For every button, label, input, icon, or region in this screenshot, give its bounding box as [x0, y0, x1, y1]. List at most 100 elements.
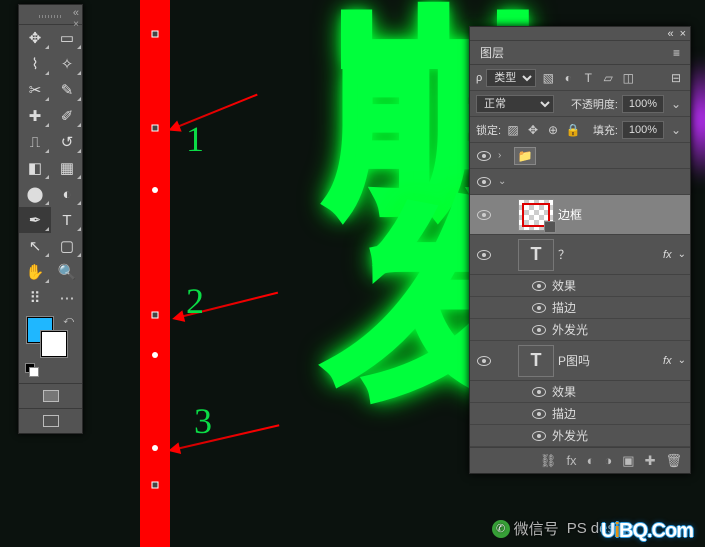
adjustment-layer-icon[interactable]: ◑ — [604, 453, 612, 468]
filter-adjust-icon[interactable]: ◐ — [560, 70, 576, 86]
delete-layer-icon[interactable]: 🗑 — [665, 453, 682, 469]
lock-all-icon[interactable]: 🔒 — [565, 122, 581, 138]
visibility-toggle[interactable] — [477, 210, 491, 220]
layer-mask-icon[interactable]: ◐ — [587, 453, 595, 468]
layer-shape-border[interactable]: 边框 — [470, 195, 690, 235]
visibility-toggle[interactable] — [532, 281, 546, 291]
layer-name[interactable]: ？ — [558, 246, 659, 263]
path-anchor[interactable] — [152, 352, 158, 358]
panel-header-bar[interactable]: « × — [470, 27, 690, 41]
default-colors-icon[interactable] — [25, 363, 39, 377]
crop-tool[interactable]: ✂ — [19, 77, 51, 103]
layer-style-icon[interactable]: fx — [566, 453, 576, 468]
new-group-icon[interactable]: ▣ — [622, 453, 634, 469]
dodge-tool[interactable]: ◐ — [51, 181, 83, 207]
effect-stroke[interactable]: 描边 — [470, 403, 690, 425]
shape-red-frame[interactable] — [140, 0, 170, 547]
expand-toggle[interactable]: ⌄ — [498, 176, 510, 187]
magic-wand-tool[interactable]: ✧ — [51, 51, 83, 77]
fill-dropdown[interactable]: ⌄ — [668, 122, 684, 138]
panel-header[interactable]: « × — [19, 5, 82, 25]
panel-close-icon[interactable]: × — [680, 28, 686, 40]
lock-artboard-icon[interactable]: ⊕ — [545, 122, 561, 138]
visibility-toggle[interactable] — [532, 431, 546, 441]
layer-group[interactable]: ⌄ — [470, 169, 690, 195]
effects-header[interactable]: 效果 — [470, 381, 690, 403]
rectangle-tool[interactable]: ▢ — [51, 233, 83, 259]
swap-colors-icon[interactable]: ⤺ — [63, 315, 74, 326]
blur-tool[interactable]: ⬤ — [19, 181, 51, 207]
type-tool[interactable]: T — [51, 207, 83, 233]
fill-value[interactable]: 100% — [622, 121, 664, 139]
filter-smart-icon[interactable]: ◫ — [620, 70, 636, 86]
visibility-toggle[interactable] — [477, 151, 491, 161]
expand-toggle[interactable]: › — [498, 150, 510, 161]
blend-mode-select[interactable]: 正常 — [476, 95, 554, 113]
stamp-tool[interactable]: ⎍ — [19, 129, 51, 155]
healing-tool[interactable]: ✚ — [19, 103, 51, 129]
gradient-tool[interactable]: ▦ — [51, 155, 83, 181]
transform-handle[interactable] — [152, 125, 159, 132]
panel-collapse-icon[interactable]: « — [667, 28, 673, 40]
eraser-tool[interactable]: ◧ — [19, 155, 51, 181]
link-layers-icon[interactable]: ⛓ — [540, 453, 557, 469]
path-select-tool[interactable]: ↖ — [19, 233, 51, 259]
filter-type-icon[interactable]: T — [580, 70, 596, 86]
transform-handle[interactable] — [152, 312, 159, 319]
zoom-tool[interactable]: 🔍 — [51, 259, 83, 285]
lasso-tool[interactable]: ⌇ — [19, 51, 51, 77]
effect-stroke[interactable]: 描边 — [470, 297, 690, 319]
path-anchor[interactable] — [152, 187, 158, 193]
filter-shape-icon[interactable]: ▱ — [600, 70, 616, 86]
history-brush-tool[interactable]: ↺ — [51, 129, 83, 155]
visibility-toggle[interactable] — [532, 303, 546, 313]
visibility-toggle[interactable] — [532, 387, 546, 397]
path-anchor[interactable] — [152, 445, 158, 451]
visibility-toggle[interactable] — [532, 409, 546, 419]
layers-panel[interactable]: « × 图层 ≡ ρ 类型 ▧ ◐ T ▱ ◫ ⊟ 正常 不透明度: 100% … — [469, 26, 691, 474]
move-tool[interactable]: ✥ — [19, 25, 51, 51]
layer-thumbnail[interactable] — [518, 199, 554, 231]
fx-badge[interactable]: fx — [663, 355, 672, 367]
more-tools[interactable]: ⋯ — [51, 285, 83, 311]
pen-tool[interactable]: ✒ — [19, 207, 51, 233]
visibility-toggle[interactable] — [477, 177, 491, 187]
visibility-toggle[interactable] — [477, 356, 491, 366]
opacity-dropdown[interactable]: ⌄ — [668, 96, 684, 112]
tools-panel[interactable]: « × ✥ ▭ ⌇ ✧ ✂ ✎ ✚ ✐ ⎍ ↺ ◧ ▦ ⬤ ◐ ✒ T ↖ ▢ … — [18, 4, 83, 434]
transform-handle[interactable] — [152, 31, 159, 38]
lock-pixels-icon[interactable]: ▨ — [505, 122, 521, 138]
screen-mode[interactable] — [19, 409, 82, 433]
fx-badge[interactable]: fx — [663, 249, 672, 261]
layer-text-question[interactable]: T ？ fx ⌄ — [470, 235, 690, 275]
effect-outer-glow[interactable]: 外发光 — [470, 319, 690, 341]
layer-name[interactable]: 边框 — [558, 206, 686, 223]
artboard-tool[interactable]: ▭ — [51, 25, 83, 51]
visibility-toggle[interactable] — [532, 325, 546, 335]
hand-tool[interactable]: ✋ — [19, 259, 51, 285]
canvas[interactable]: 崩 发 1 2 3 « × ✥ ▭ ⌇ ✧ ✂ ✎ ✚ ✐ ⎍ — [0, 0, 705, 547]
opacity-value[interactable]: 100% — [622, 95, 664, 113]
layer-folder[interactable]: › 📁 — [470, 143, 690, 169]
panel-collapse-icon[interactable]: « — [73, 7, 79, 19]
layer-name[interactable]: P图吗 — [558, 352, 659, 369]
transform-handle[interactable] — [152, 482, 159, 489]
standard-mode[interactable] — [19, 384, 82, 408]
filter-toggle[interactable]: ⊟ — [668, 70, 684, 86]
layer-text-ptu[interactable]: T P图吗 fx ⌄ — [470, 341, 690, 381]
panel-tab[interactable]: 图层 ≡ — [470, 41, 690, 65]
panel-grip[interactable] — [39, 15, 63, 18]
new-layer-icon[interactable]: ✚ — [645, 453, 656, 469]
brush-tool[interactable]: ✐ — [51, 103, 83, 129]
edit-toolbar[interactable]: ⠿ — [19, 285, 51, 311]
fx-toggle[interactable]: ⌄ — [678, 355, 686, 366]
lock-position-icon[interactable]: ✥ — [525, 122, 541, 138]
visibility-toggle[interactable] — [477, 250, 491, 260]
filter-pixel-icon[interactable]: ▧ — [540, 70, 556, 86]
effects-header[interactable]: 效果 — [470, 275, 690, 297]
fx-toggle[interactable]: ⌄ — [678, 249, 686, 260]
background-color[interactable] — [41, 331, 67, 357]
filter-type-select[interactable]: 类型 — [486, 69, 536, 87]
eyedropper-tool[interactable]: ✎ — [51, 77, 83, 103]
effect-outer-glow[interactable]: 外发光 — [470, 425, 690, 447]
